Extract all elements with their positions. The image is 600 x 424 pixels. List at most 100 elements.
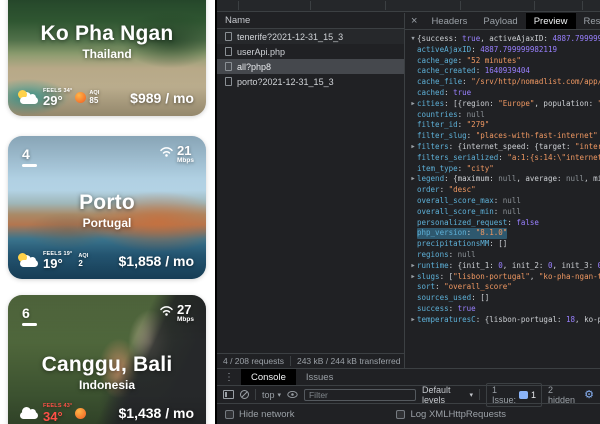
json-row: filter_slug: "places-with-fast-internet" [409, 131, 600, 142]
card-price: $989 / mo [130, 90, 194, 106]
levels-selector[interactable]: Default levels ▾ [422, 385, 473, 405]
rank-badge: 6 [22, 305, 37, 326]
json-text: cities: [{region: "Europe", population: … [417, 99, 600, 110]
json-text: slugs: ["lisbon-portugal", "ko-pha-ngan-… [417, 272, 600, 283]
transferred-size: 243 kB / 244 kB transferred [291, 356, 404, 366]
checkbox-label: Hide network [239, 409, 294, 420]
network-request-row[interactable]: porto?2021-12-31_15_3 [217, 74, 404, 89]
city-card-porto[interactable]: 4 21 Mbps Porto Portugal FEELS 19° 19° [8, 136, 206, 279]
json-text: cached: true [417, 88, 471, 99]
nomad-city-list-page: Ko Pha Ngan Thailand FEELS 34° 29° AQI 8… [0, 0, 215, 424]
context-selector[interactable]: top ▾ [262, 390, 281, 400]
request-details-pane: × Headers Payload Preview Response » ▼{s… [405, 13, 600, 368]
tab-response[interactable]: Response [576, 13, 600, 29]
json-row: personalized_request: false [409, 218, 600, 229]
json-row[interactable]: ▶slugs: ["lisbon-portugal", "ko-pha-ngan… [409, 272, 600, 283]
tab-issues[interactable]: Issues [296, 369, 343, 385]
request-name: porto?2021-12-31_15_3 [237, 77, 334, 87]
cloud-icon [20, 407, 39, 419]
json-row: sources_used: [] [409, 293, 600, 304]
collapse-arrow-icon[interactable]: ▶ [409, 261, 417, 272]
json-text: sort: "overall_score" [417, 282, 512, 293]
json-text: cache_age: "52 minutes" [417, 56, 521, 67]
hot-face-icon [75, 408, 86, 419]
json-text: temperaturesC: {lisbon-portugal: 18, ko-… [417, 315, 600, 326]
issues-label: 1 Issue: [492, 385, 516, 405]
json-row: regions: null [409, 250, 600, 261]
requests-count: 4 / 208 requests [217, 356, 290, 366]
json-row: filters_serialized: "a:1:{s:14:\"interne… [409, 153, 600, 164]
wifi-icon [159, 305, 174, 316]
tab-preview[interactable]: Preview [526, 13, 576, 29]
hidden-messages-count[interactable]: 2 hidden [548, 385, 577, 405]
card-subtitle: Indonesia [8, 378, 206, 392]
collapse-arrow-icon[interactable]: ▶ [409, 174, 417, 185]
collapse-arrow-icon[interactable]: ▶ [409, 272, 417, 283]
hide-network-checkbox[interactable]: Hide network [225, 409, 294, 420]
json-text: filter_id: "279" [417, 120, 489, 131]
rank-badge: 4 [22, 146, 37, 167]
json-text: cache_created: 1640939404 [417, 66, 530, 77]
collapse-arrow-icon[interactable]: ▶ [409, 99, 417, 110]
json-text: order: "desc" [417, 185, 476, 196]
drawer-tabbar: ⋮ Console Issues [217, 369, 600, 386]
expand-arrow-icon[interactable]: ▼ [409, 34, 417, 45]
request-name: tenerife?2021-12-31_15_3 [237, 32, 343, 42]
json-row: success: true [409, 304, 600, 315]
json-row: item_type: "city" [409, 164, 600, 175]
json-text: legend: {maximum: null, average: null, m… [417, 174, 600, 185]
filter-input[interactable] [304, 389, 416, 401]
json-row: activeAjaxID: 4887.799999982119 [409, 45, 600, 56]
json-row[interactable]: ▶temperaturesC: {lisbon-portugal: 18, ko… [409, 315, 600, 326]
card-price: $1,438 / mo [119, 405, 195, 421]
tab-console[interactable]: Console [241, 369, 296, 385]
json-text: activeAjaxID: 4887.799999982119 [417, 45, 557, 56]
json-text: regions: null [417, 250, 476, 261]
network-request-row[interactable]: userApi.php [217, 44, 404, 59]
console-settings-row: Hide network Log XMLHttpRequests [217, 404, 600, 424]
json-row[interactable]: ▶cities: [{region: "Europe", population:… [409, 99, 600, 110]
tab-headers[interactable]: Headers [423, 13, 475, 29]
clear-console-icon[interactable] [240, 390, 249, 399]
toolbar-divider [255, 389, 256, 400]
log-xhr-checkbox[interactable]: Log XMLHttpRequests [396, 409, 506, 420]
checkbox-label: Log XMLHttpRequests [410, 409, 506, 420]
network-request-row[interactable]: tenerife?2021-12-31_15_3 [217, 29, 404, 44]
network-request-list-pane: Name tenerife?2021-12-31_15_3 userApi.php… [217, 13, 404, 368]
console-sidebar-icon[interactable] [223, 390, 234, 399]
sun-behind-cloud-icon [20, 92, 39, 104]
issues-badge[interactable]: 1 Issue: 1 [486, 383, 542, 407]
city-card-canggu[interactable]: 6 27 Mbps Canggu, Bali Indonesia FEELS 4… [8, 295, 206, 424]
json-row: cache_file: "/srv/http/nomadlist.com/app… [409, 77, 600, 88]
network-name-column-header[interactable]: Name [217, 13, 404, 29]
highlighted-json-text: php_version: "8.1.0" [417, 228, 507, 239]
wifi-icon [159, 146, 174, 157]
json-text: filter_slug: "places-with-fast-internet" [417, 131, 598, 142]
collapse-arrow-icon[interactable]: ▶ [409, 142, 417, 153]
tab-payload[interactable]: Payload [475, 13, 525, 29]
document-icon [225, 62, 232, 71]
chevron-down-icon: ▾ [469, 391, 473, 399]
json-row[interactable]: ▶runtime: {init_1: 0, init_2: 0, init_3:… [409, 261, 600, 272]
json-row: order: "desc" [409, 185, 600, 196]
collapse-arrow-icon[interactable]: ▶ [409, 315, 417, 326]
kebab-menu-icon[interactable]: ⋮ [217, 372, 241, 383]
network-request-row[interactable]: all?php8 [217, 59, 404, 74]
hot-face-icon [75, 92, 86, 103]
json-preview: ▼{success: true, activeAjaxID: 4887.7999… [405, 31, 600, 368]
card-price: $1,858 / mo [119, 253, 195, 269]
close-icon[interactable]: × [405, 15, 423, 27]
json-row[interactable]: ▶filters: {internet_speed: {target: "int… [409, 142, 600, 153]
json-text: personalized_request: false [417, 218, 539, 229]
city-card-ko-pha-ngan[interactable]: Ko Pha Ngan Thailand FEELS 34° 29° AQI 8… [8, 0, 206, 116]
settings-gear-icon[interactable]: ⚙ [584, 388, 594, 401]
document-icon [225, 47, 232, 56]
json-row: filter_id: "279" [409, 120, 600, 131]
json-row[interactable]: ▶legend: {maximum: null, average: null, … [409, 174, 600, 185]
json-row: overall_score_max: null [409, 196, 600, 207]
checkbox-icon [225, 410, 234, 419]
checkbox-icon [396, 410, 405, 419]
request-name: all?php8 [237, 62, 271, 72]
json-row[interactable]: ▼{success: true, activeAjaxID: 4887.7999… [409, 34, 600, 45]
eye-icon[interactable] [287, 390, 298, 399]
